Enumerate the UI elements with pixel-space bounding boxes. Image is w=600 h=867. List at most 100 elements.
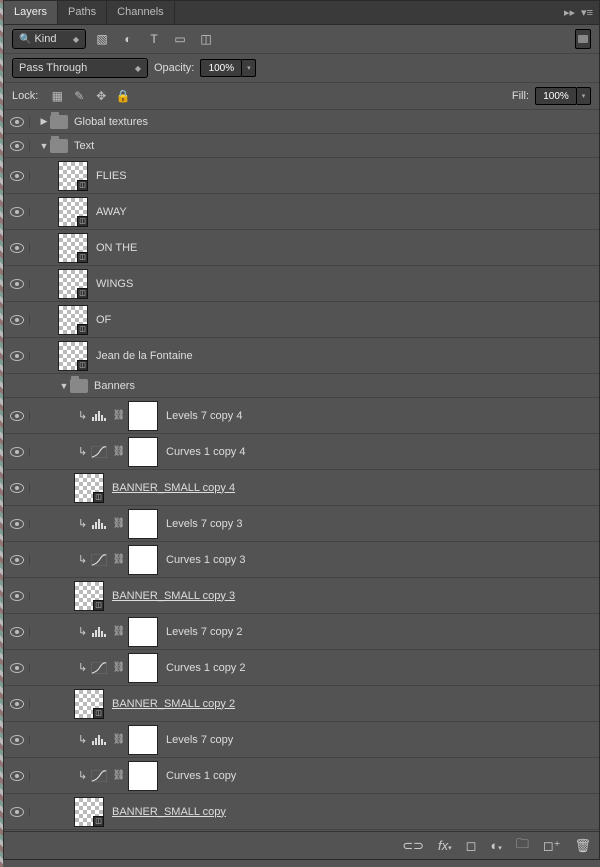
visibility-toggle[interactable] <box>4 807 30 817</box>
mask-thumbnail[interactable] <box>128 437 158 467</box>
visibility-toggle[interactable] <box>4 411 30 421</box>
blend-mode-select[interactable]: Pass Through ◆ <box>12 58 148 78</box>
delete-layer-icon[interactable]: 🗑 <box>574 838 591 854</box>
group-text[interactable]: ▼ Text <box>4 134 599 158</box>
opacity-value[interactable]: 100% <box>200 59 242 77</box>
adjustment-layer-row[interactable]: ↳⛓Levels 7 copy 4 <box>4 398 599 434</box>
group-banners[interactable]: ▼ Banners <box>4 374 599 398</box>
disclosure-icon[interactable]: ▼ <box>38 141 50 151</box>
new-layer-icon[interactable]: ◻⁺ <box>543 838 561 854</box>
mask-thumbnail[interactable] <box>128 617 158 647</box>
adjustment-layer-icon[interactable]: ◐▾ <box>490 838 501 853</box>
mask-thumbnail[interactable] <box>128 761 158 791</box>
adjustment-layer-row[interactable]: ↳⛓Levels 7 copy <box>4 722 599 758</box>
mask-thumbnail[interactable] <box>128 401 158 431</box>
visibility-toggle[interactable] <box>4 351 30 361</box>
adjustment-layer-row[interactable]: ↳⛓Levels 7 copy 3 <box>4 506 599 542</box>
layer-thumbnail[interactable]: ◫ <box>74 797 104 827</box>
filter-smartobject-icon[interactable]: ◫ <box>196 29 216 49</box>
filter-toggle-switch[interactable] <box>575 29 591 49</box>
filter-adjustment-icon[interactable]: ◐ <box>118 29 138 49</box>
visibility-toggle[interactable] <box>4 591 30 601</box>
visibility-toggle[interactable] <box>4 117 30 127</box>
collapse-icon[interactable]: ▸▸ <box>564 6 575 19</box>
fill-value[interactable]: 100% <box>535 87 577 105</box>
lock-transparency-icon[interactable]: ▦ <box>48 87 66 105</box>
mask-link-icon[interactable]: ⛓ <box>114 731 124 749</box>
mask-thumbnail[interactable] <box>128 725 158 755</box>
visibility-toggle[interactable] <box>4 315 30 325</box>
panel-menu-icon[interactable]: ▾≡ <box>581 6 593 19</box>
group-global-textures[interactable]: ▶ Global textures <box>4 110 599 134</box>
mask-thumbnail[interactable] <box>128 509 158 539</box>
tab-paths[interactable]: Paths <box>58 1 107 24</box>
filter-type-icon[interactable]: T <box>144 29 164 49</box>
visibility-toggle[interactable] <box>4 555 30 565</box>
layer-thumbnail[interactable]: ◫ <box>58 269 88 299</box>
lock-all-icon[interactable]: 🔒 <box>114 87 132 105</box>
smartobject-layer-row[interactable]: ◫BANNER_SMALL copy <box>4 794 599 830</box>
layer-row[interactable]: ◫OF <box>4 302 599 338</box>
layer-row[interactable]: ◫WINGS <box>4 266 599 302</box>
opacity-slider-icon[interactable]: ▾ <box>242 59 256 77</box>
layer-thumbnail[interactable]: ◫ <box>74 473 104 503</box>
layer-row[interactable]: ◫FLIES <box>4 158 599 194</box>
adjustment-layer-row[interactable]: ↳⛓Curves 1 copy 2 <box>4 650 599 686</box>
layers-list[interactable]: ▶ Global textures ▼ Text ◫FLIES◫AWAY◫ON … <box>4 110 599 831</box>
visibility-toggle[interactable] <box>4 627 30 637</box>
layer-row[interactable]: ◫AWAY <box>4 194 599 230</box>
layer-thumbnail[interactable]: ◫ <box>58 197 88 227</box>
mask-link-icon[interactable]: ⛓ <box>114 659 124 677</box>
filter-pixel-icon[interactable]: ▧ <box>92 29 112 49</box>
adjustment-layer-row[interactable]: ↳⛓Curves 1 copy <box>4 758 599 794</box>
visibility-toggle[interactable] <box>4 207 30 217</box>
smartobject-layer-row[interactable]: ◫BANNER_SMALL copy 4 <box>4 470 599 506</box>
adjustment-layer-row[interactable]: ↳⛓Levels 7 copy 2 <box>4 614 599 650</box>
layer-thumbnail[interactable]: ◫ <box>74 689 104 719</box>
layer-style-icon[interactable]: fx▾ <box>438 838 452 853</box>
link-layers-icon[interactable]: ⊂⊃ <box>402 838 424 854</box>
mask-link-icon[interactable]: ⛓ <box>114 767 124 785</box>
visibility-toggle[interactable] <box>4 141 30 151</box>
mask-link-icon[interactable]: ⛓ <box>114 551 124 569</box>
layer-thumbnail[interactable]: ◫ <box>58 233 88 263</box>
new-group-icon[interactable]: 🗀 <box>516 835 529 857</box>
lock-pixels-icon[interactable]: ✎ <box>70 87 88 105</box>
lock-position-icon[interactable]: ✥ <box>92 87 110 105</box>
smartobject-layer-row[interactable]: ◫BANNER_SMALL copy 2 <box>4 686 599 722</box>
layer-thumbnail[interactable]: ◫ <box>58 341 88 371</box>
smartobject-layer-row[interactable]: ◫BANNER_SMALL copy 3 <box>4 578 599 614</box>
visibility-toggle[interactable] <box>4 447 30 457</box>
tab-channels[interactable]: Channels <box>107 1 174 24</box>
visibility-toggle[interactable] <box>4 735 30 745</box>
layer-row[interactable]: ◫Jean de la Fontaine <box>4 338 599 374</box>
layer-mask-icon[interactable]: ◻ <box>466 838 477 854</box>
fill-slider-icon[interactable]: ▾ <box>577 87 591 105</box>
visibility-toggle[interactable] <box>4 243 30 253</box>
visibility-toggle[interactable] <box>4 519 30 529</box>
visibility-toggle[interactable] <box>4 699 30 709</box>
adjustment-layer-row[interactable]: ↳⛓Curves 1 copy 3 <box>4 542 599 578</box>
tab-layers[interactable]: Layers <box>4 1 58 24</box>
filter-shape-icon[interactable]: ▭ <box>170 29 190 49</box>
visibility-toggle[interactable] <box>4 771 30 781</box>
visibility-toggle[interactable] <box>4 171 30 181</box>
layer-thumbnail[interactable]: ◫ <box>58 161 88 191</box>
layer-thumbnail[interactable]: ◫ <box>58 305 88 335</box>
visibility-toggle[interactable] <box>4 279 30 289</box>
mask-link-icon[interactable]: ⛓ <box>114 443 124 461</box>
layer-thumbnail[interactable]: ◫ <box>74 581 104 611</box>
disclosure-icon[interactable]: ▶ <box>38 116 50 127</box>
layer-row[interactable]: ◫ON THE <box>4 230 599 266</box>
mask-thumbnail[interactable] <box>128 545 158 575</box>
adjustment-layer-row[interactable]: ↳⛓Levels 7 <box>4 830 599 831</box>
filter-kind-select[interactable]: 🔍Kind ◆ <box>12 29 86 49</box>
visibility-toggle[interactable] <box>4 483 30 493</box>
mask-thumbnail[interactable] <box>128 653 158 683</box>
mask-link-icon[interactable]: ⛓ <box>114 515 124 533</box>
mask-link-icon[interactable]: ⛓ <box>114 623 124 641</box>
visibility-toggle[interactable] <box>4 663 30 673</box>
mask-link-icon[interactable]: ⛓ <box>114 407 124 425</box>
adjustment-layer-row[interactable]: ↳⛓Curves 1 copy 4 <box>4 434 599 470</box>
disclosure-icon[interactable]: ▼ <box>58 381 70 391</box>
